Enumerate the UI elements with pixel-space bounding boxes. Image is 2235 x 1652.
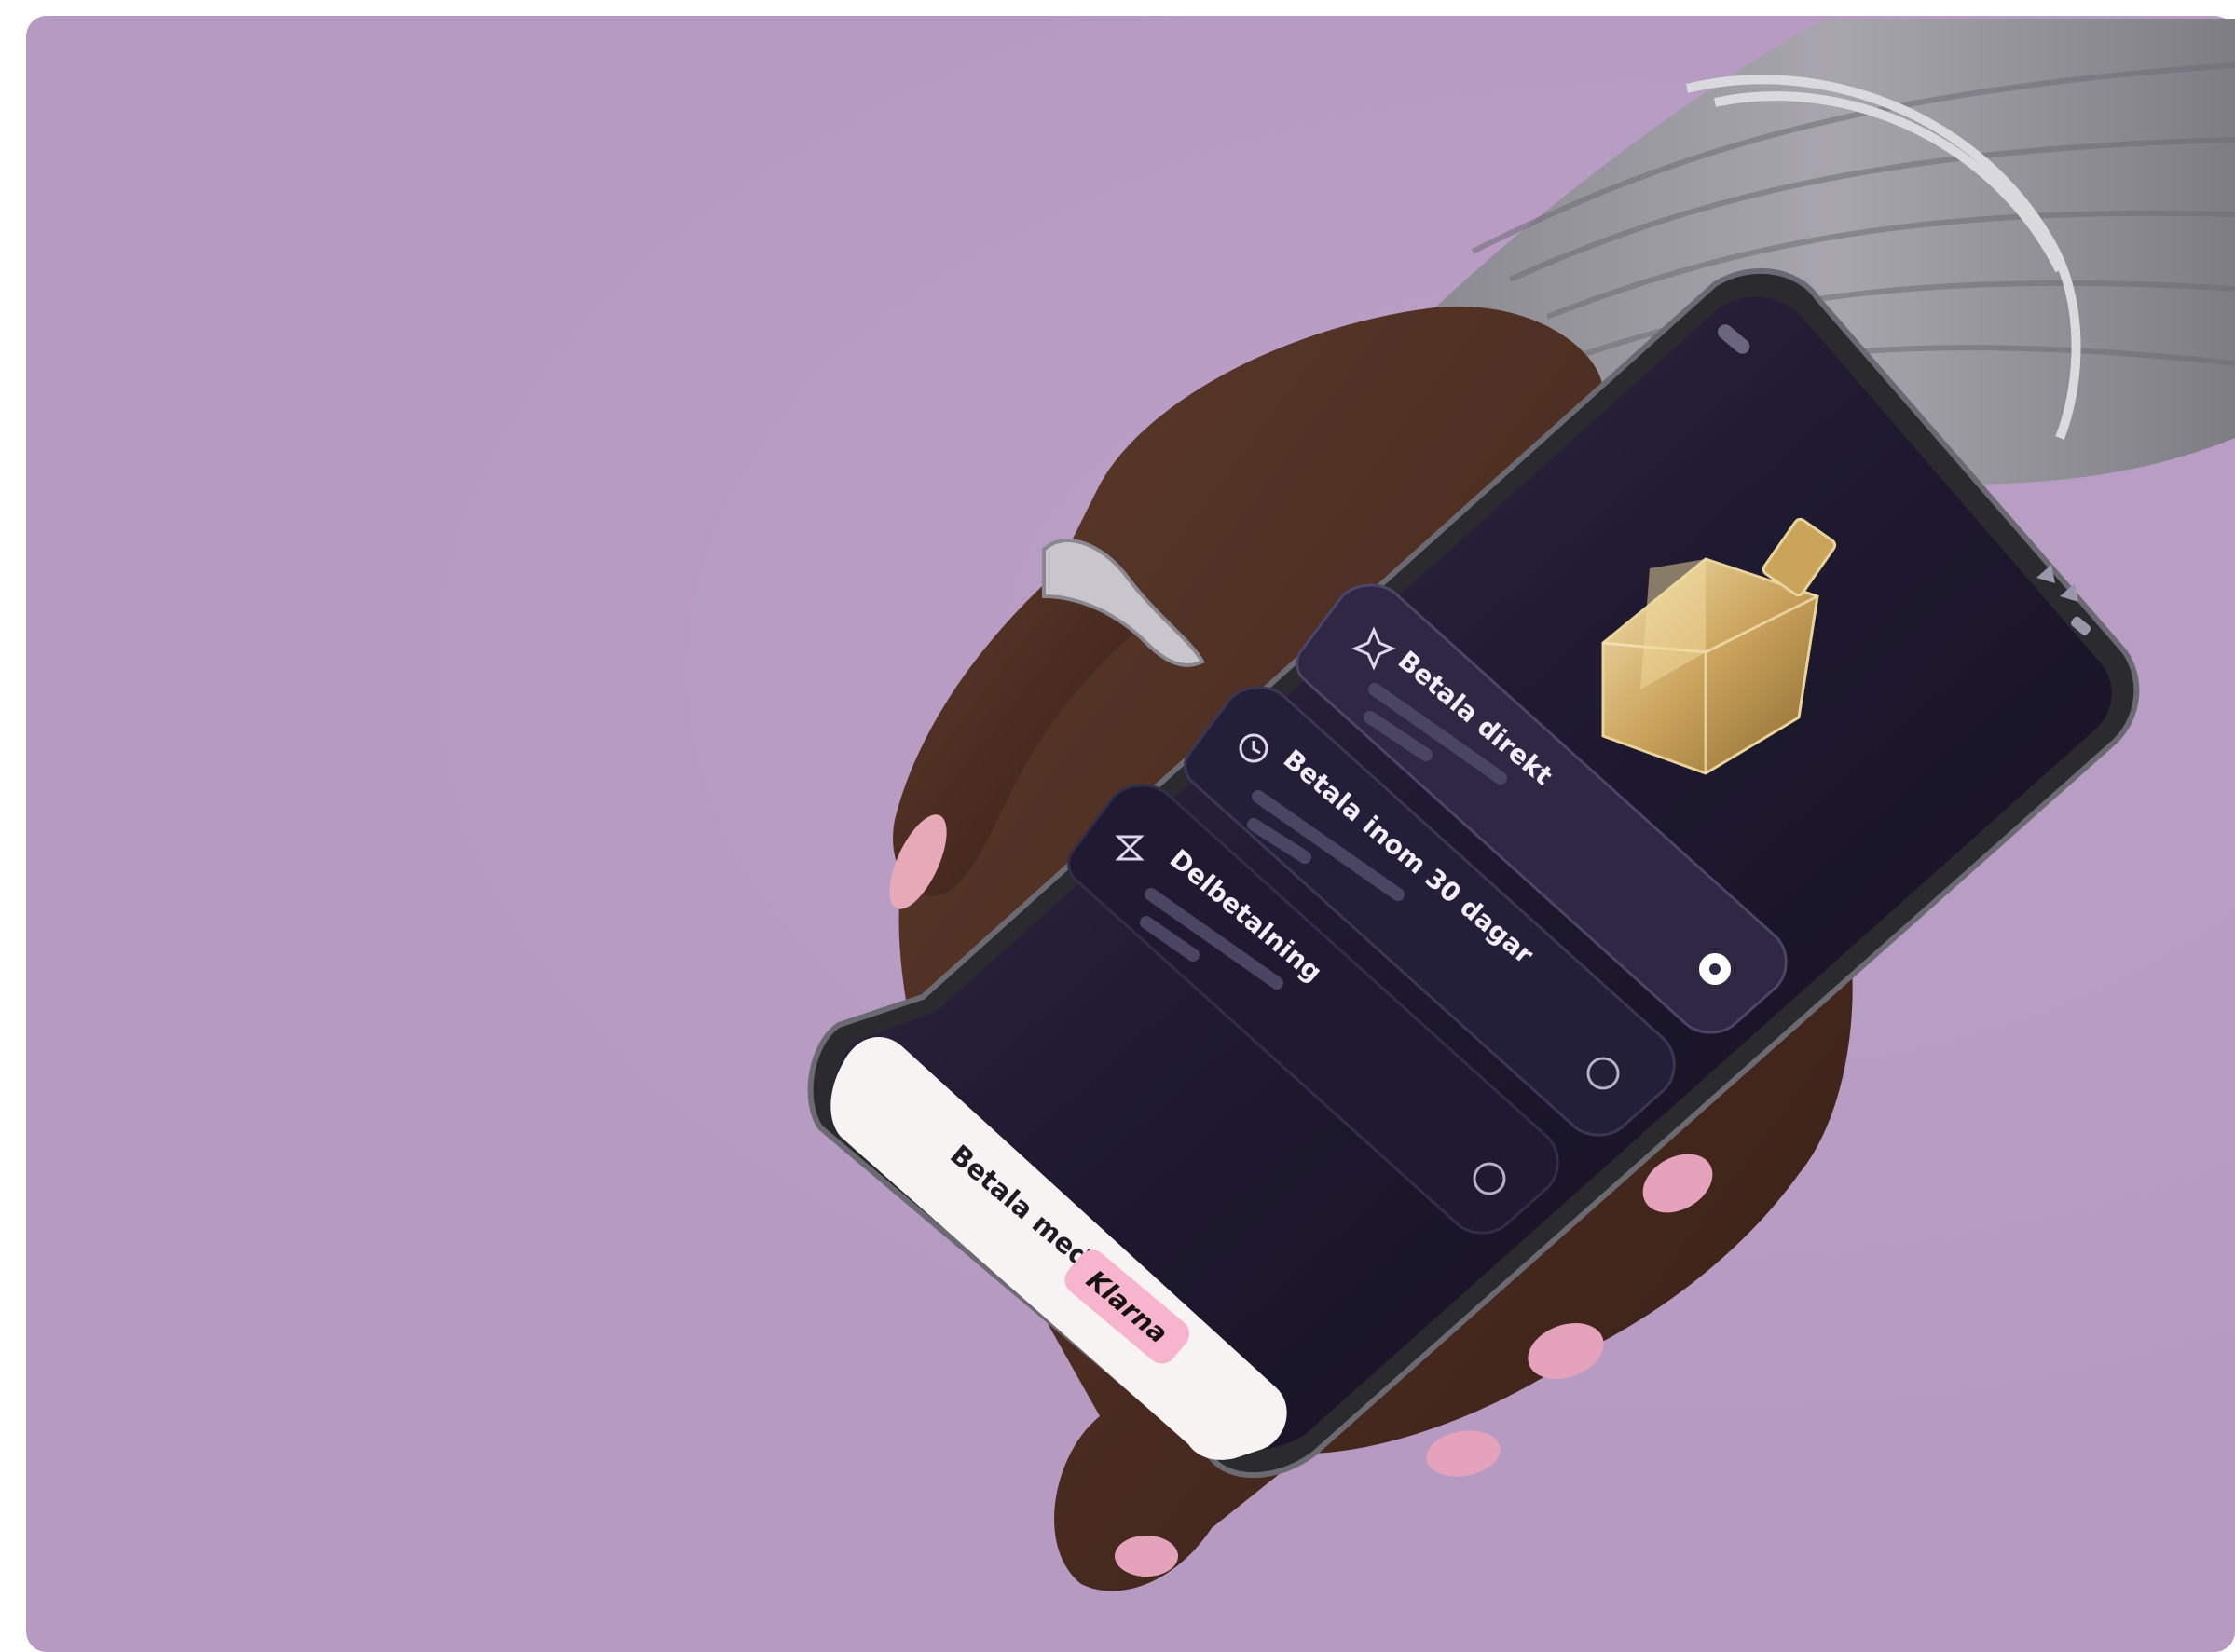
pay-button-label[interactable]: Betala med: [944, 1139, 1097, 1274]
option-label-delbetalning[interactable]: Delbetalning: [1164, 843, 1328, 988]
phone-screen-labels: Betala direkt Betala inom 30 dagar Delbe…: [0, 0, 2235, 1652]
klarna-logo-badge: Klarna: [1058, 1244, 1196, 1370]
option-label-betala-direkt[interactable]: Betala direkt: [1392, 645, 1558, 791]
option-label-betala-inom-30-dagar[interactable]: Betala inom 30 dagar: [1278, 744, 1540, 970]
